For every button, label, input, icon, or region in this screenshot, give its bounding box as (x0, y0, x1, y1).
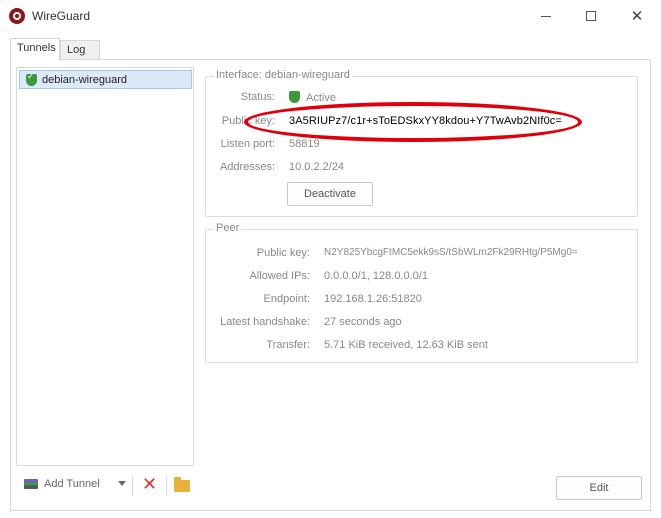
latest-handshake-label: Latest handshake: (220, 316, 310, 328)
delete-icon[interactable]: ✕ (142, 475, 157, 495)
active-shield-icon (26, 72, 37, 86)
window-title: WireGuard (32, 9, 91, 23)
transfer-label: Transfer: (266, 339, 310, 351)
addresses-value[interactable]: 10.0.2.2/24 (289, 161, 344, 173)
close-icon: ✕ (630, 7, 644, 25)
add-tunnel-button[interactable]: Add Tunnel (24, 478, 100, 490)
maximize-button[interactable] (576, 4, 606, 28)
add-tunnel-icon (24, 479, 38, 489)
wireguard-logo-icon (9, 8, 25, 24)
deactivate-button[interactable]: Deactivate (287, 182, 373, 206)
interface-group-title: Interface: debian-wireguard (214, 69, 352, 81)
tab-tunnels[interactable]: Tunnels (10, 38, 60, 61)
tunnel-list-item[interactable]: debian-wireguard (19, 70, 192, 89)
peer-group-title: Peer (214, 222, 242, 234)
listen-port-label: Listen port: (220, 138, 275, 150)
addresses-label: Addresses: (219, 161, 275, 173)
toolbar-divider (132, 476, 133, 496)
close-button[interactable]: ✕ (622, 4, 652, 28)
title-bar: WireGuard ✕ (0, 0, 661, 32)
tunnel-toolbar: Add Tunnel ✕ (16, 474, 196, 498)
maximize-icon (586, 11, 596, 21)
minimize-button[interactable] (531, 4, 561, 28)
tunnel-name: debian-wireguard (42, 73, 127, 86)
status-value-wrap: Active (289, 91, 336, 104)
add-tunnel-label: Add Tunnel (44, 478, 100, 490)
toolbar-divider (166, 476, 167, 496)
public-key-value[interactable]: 3A5RIUPz7/c1r+sToEDSkxYY8kdou+Y7TwAvb2NI… (289, 115, 562, 127)
tunnel-list[interactable]: debian-wireguard (16, 67, 194, 466)
status-value: Active (306, 92, 336, 104)
active-shield-icon (289, 91, 300, 103)
edit-button[interactable]: Edit (556, 476, 642, 500)
endpoint-label: Endpoint: (263, 293, 310, 305)
allowed-ips-label: Allowed IPs: (249, 270, 310, 282)
transfer-value[interactable]: 5.71 KiB received, 12.63 KiB sent (324, 339, 488, 351)
endpoint-value[interactable]: 192.168.1.26:51820 (324, 293, 422, 305)
minimize-icon (541, 15, 551, 17)
listen-port-value[interactable]: 58819 (289, 138, 320, 150)
tab-log[interactable]: Log (60, 40, 100, 60)
allowed-ips-value[interactable]: 0.0.0.0/1, 128.0.0.0/1 (324, 270, 428, 282)
export-folder-icon[interactable] (174, 477, 190, 492)
latest-handshake-value[interactable]: 27 seconds ago (324, 316, 402, 328)
peer-public-key-label: Public key: (256, 247, 310, 259)
chevron-down-icon[interactable] (118, 481, 126, 486)
public-key-label: Public key: (221, 115, 275, 127)
peer-public-key-value[interactable]: N2Y825YbcgFtMC5ekk9sS/tSbWLm2Fk29RHtg/P5… (324, 247, 578, 258)
status-label: Status: (240, 91, 275, 103)
